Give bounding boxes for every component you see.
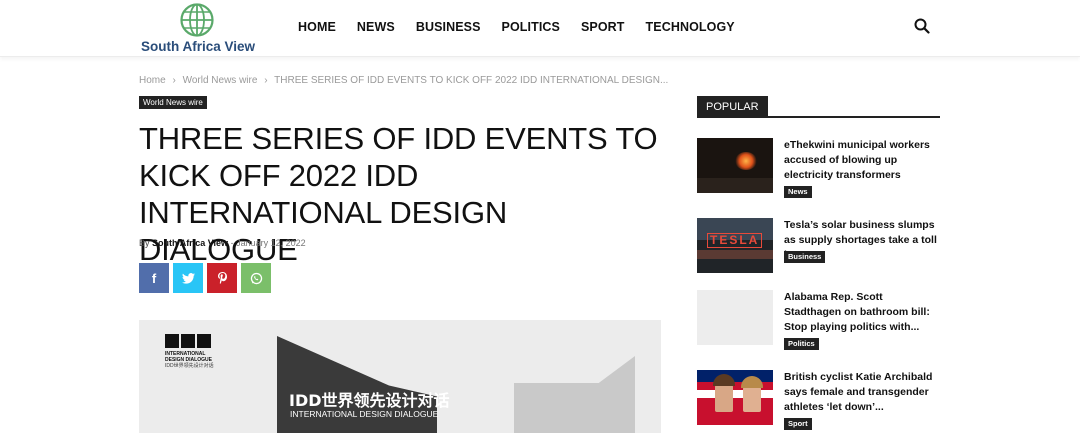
popular-tag[interactable]: Sport — [784, 418, 812, 430]
byline: By South Africa View - January 12, 2022 — [139, 238, 306, 248]
breadcrumb-separator: › — [172, 75, 176, 86]
popular-thumbnail[interactable]: TESLA — [697, 218, 773, 273]
popular-thumbnail[interactable] — [697, 138, 773, 193]
site-logo[interactable]: South Africa View — [140, 3, 256, 55]
globe-icon — [180, 3, 214, 37]
facebook-share-button[interactable]: f — [139, 263, 169, 293]
nav-politics[interactable]: POLITICS — [502, 20, 560, 34]
site-name: South Africa View — [140, 39, 256, 54]
popular-title[interactable]: Alabama Rep. Scott Stadthagen on bathroo… — [784, 290, 942, 335]
category-tag[interactable]: World News wire — [139, 96, 207, 109]
breadcrumb-current: THREE SERIES OF IDD EVENTS TO KICK OFF 2… — [274, 75, 669, 86]
pinterest-share-button[interactable] — [207, 263, 237, 293]
author-link[interactable]: South Africa View — [152, 238, 228, 248]
nav-home[interactable]: HOME — [298, 20, 336, 34]
facebook-icon: f — [151, 270, 157, 286]
share-buttons: f — [139, 263, 271, 293]
whatsapp-icon — [250, 272, 262, 284]
publish-date: January 12, 2022 — [236, 238, 306, 248]
twitter-share-button[interactable] — [173, 263, 203, 293]
twitter-icon — [181, 272, 195, 284]
search-icon[interactable] — [914, 18, 930, 34]
feature-headline-en: INTERNATIONAL DESIGN DIALOGUE — [290, 409, 439, 419]
light-shape — [514, 356, 635, 433]
whatsapp-share-button[interactable] — [241, 263, 271, 293]
breadcrumb-separator: › — [264, 75, 268, 86]
idd-logo: INTERNATIONAL DESIGN DIALOGUE IDD世界领先设计对… — [165, 334, 215, 369]
main-nav: HOME NEWS BUSINESS POLITICS SPORT TECHNO… — [298, 20, 756, 34]
idd-logo-mark — [165, 334, 215, 348]
popular-tag[interactable]: News — [784, 186, 812, 198]
popular-thumbnail[interactable] — [697, 290, 773, 345]
date-separator: - — [230, 238, 234, 248]
breadcrumb-category[interactable]: World News wire — [183, 75, 258, 86]
nav-business[interactable]: BUSINESS — [416, 20, 481, 34]
popular-heading: POPULAR — [697, 96, 940, 118]
nav-technology[interactable]: TECHNOLOGY — [646, 20, 735, 34]
popular-label: POPULAR — [697, 96, 768, 118]
by-label: By — [139, 238, 150, 248]
featured-image: INTERNATIONAL DESIGN DIALOGUE IDD世界领先设计对… — [139, 320, 661, 433]
popular-thumbnail[interactable] — [697, 370, 773, 425]
breadcrumb-home[interactable]: Home — [139, 75, 166, 86]
popular-tag[interactable]: Politics — [784, 338, 819, 350]
nav-news[interactable]: NEWS — [357, 20, 395, 34]
feature-headline-cn: IDD世界领先设计对话 — [289, 391, 450, 410]
pinterest-icon — [217, 272, 227, 284]
site-header: South Africa View HOME NEWS BUSINESS POL… — [0, 0, 1080, 57]
idd-logo-line3: IDD世界领先设计对话 — [165, 363, 214, 369]
popular-title[interactable]: eThekwini municipal workers accused of b… — [784, 138, 942, 183]
breadcrumb: Home › World News wire › THREE SERIES OF… — [139, 75, 668, 86]
tesla-sign-text: TESLA — [707, 233, 763, 248]
popular-title[interactable]: British cyclist Katie Archibald says fem… — [784, 370, 942, 415]
nav-sport[interactable]: SPORT — [581, 20, 625, 34]
popular-tag[interactable]: Business — [784, 251, 826, 263]
